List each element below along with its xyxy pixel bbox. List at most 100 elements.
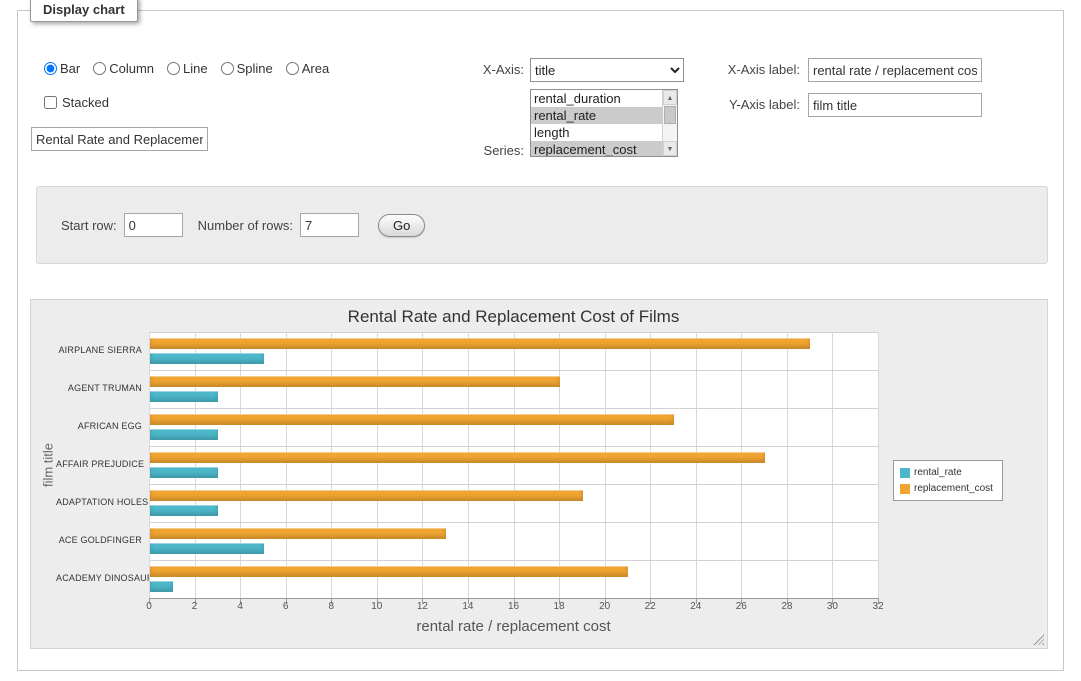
category-axis-labels: AIRPLANE SIERRAAGENT TRUMANAFRICAN EGGAF… [59, 332, 145, 598]
x-gridline [741, 332, 742, 598]
series-label: Series: [448, 143, 524, 158]
x-axis-tick-labels: 02468101214161820222426283032 [149, 601, 879, 615]
x-axis-select[interactable]: title [530, 58, 684, 82]
bar-replacement_cost[interactable] [150, 338, 810, 349]
x-tick-label: 4 [237, 601, 243, 612]
x-tick-label: 24 [690, 601, 701, 612]
x-gridline [468, 332, 469, 598]
x-tick-label: 8 [328, 601, 334, 612]
bar-rental_rate[interactable] [150, 543, 264, 554]
category-gridline [149, 522, 879, 523]
x-gridline [605, 332, 606, 598]
x-tick-label: 18 [554, 601, 565, 612]
x-tick-label: 16 [508, 601, 519, 612]
category-gridline [149, 484, 879, 485]
x-tick-label: 26 [736, 601, 747, 612]
x-gridline [286, 332, 287, 598]
legend-item-rental_rate[interactable]: rental_rate [900, 467, 993, 478]
chart-title-input[interactable] [31, 127, 208, 151]
series-option-length[interactable]: length [531, 124, 662, 141]
scroll-down-icon[interactable]: ▼ [663, 141, 677, 156]
series-items: rental_durationrental_ratelengthreplacem… [531, 90, 662, 156]
category-gridline [149, 332, 879, 333]
category-gridline [149, 370, 879, 371]
display-chart-panel: Display chart BarColumnLineSplineArea St… [17, 10, 1064, 671]
stacked-row[interactable]: Stacked [44, 95, 109, 110]
x-gridline [331, 332, 332, 598]
chart-title: Rental Rate and Replacement Cost of Film… [149, 307, 878, 327]
chart-type-radio-spline[interactable] [221, 62, 234, 75]
category-gridline [149, 560, 879, 561]
bar-replacement_cost[interactable] [150, 566, 628, 577]
bar-rental_rate[interactable] [150, 467, 218, 478]
chart-type-radio-bar[interactable] [44, 62, 57, 75]
category-gridline [149, 408, 879, 409]
x-gridline [878, 332, 879, 598]
x-axis-label-input[interactable] [808, 58, 982, 82]
x-tick-label: 32 [872, 601, 883, 612]
legend-item-replacement_cost[interactable]: replacement_cost [900, 483, 993, 494]
x-tick-label: 10 [371, 601, 382, 612]
x-gridline [514, 332, 515, 598]
chart-type-spline[interactable]: Spline [221, 61, 273, 76]
y-axis-label-field-label: Y-Axis label: [708, 97, 800, 112]
x-gridline [650, 332, 651, 598]
row-controls-panel: Start row: Number of rows: Go [36, 186, 1048, 264]
series-scrollbar[interactable]: ▲ ▼ [662, 90, 677, 156]
series-option-rental_rate[interactable]: rental_rate [531, 107, 662, 124]
category-label: ADAPTATION HOLES [56, 497, 142, 507]
x-tick-label: 20 [599, 601, 610, 612]
scroll-up-icon[interactable]: ▲ [663, 90, 677, 105]
series-option-rental_duration[interactable]: rental_duration [531, 90, 662, 107]
legend-swatch-rental_rate [900, 468, 910, 478]
plot-area [149, 332, 879, 599]
bar-rental_rate[interactable] [150, 429, 218, 440]
bar-replacement_cost[interactable] [150, 414, 674, 425]
chart-type-radio-line[interactable] [167, 62, 180, 75]
chart-type-bar[interactable]: Bar [44, 61, 80, 76]
chart-type-radio-column[interactable] [93, 62, 106, 75]
x-gridline [240, 332, 241, 598]
series-listbox[interactable]: rental_durationrental_ratelengthreplacem… [530, 89, 678, 157]
x-tick-label: 12 [417, 601, 428, 612]
bar-replacement_cost[interactable] [150, 376, 560, 387]
go-button[interactable]: Go [378, 214, 425, 237]
chart-type-area[interactable]: Area [286, 61, 329, 76]
x-gridline [696, 332, 697, 598]
x-gridline [559, 332, 560, 598]
scroll-thumb[interactable] [664, 106, 676, 124]
stacked-label: Stacked [62, 95, 109, 110]
x-gridline [787, 332, 788, 598]
scroll-track[interactable] [663, 105, 677, 141]
chart-type-radio-area[interactable] [286, 62, 299, 75]
x-axis-dropdown-label: X-Axis: [448, 62, 524, 77]
series-option-replacement_cost[interactable]: replacement_cost [531, 141, 662, 157]
stacked-checkbox[interactable] [44, 96, 57, 109]
bar-replacement_cost[interactable] [150, 528, 446, 539]
chart-container: Rental Rate and Replacement Cost of Film… [30, 299, 1048, 649]
bar-replacement_cost[interactable] [150, 490, 583, 501]
x-gridline [422, 332, 423, 598]
chart-type-column[interactable]: Column [93, 61, 154, 76]
x-tick-label: 22 [645, 601, 656, 612]
x-gridline [195, 332, 196, 598]
x-tick-label: 28 [781, 601, 792, 612]
x-gridline [832, 332, 833, 598]
bar-rental_rate[interactable] [150, 353, 264, 364]
bar-replacement_cost[interactable] [150, 452, 765, 463]
y-axis-label-input[interactable] [808, 93, 982, 117]
start-row-input[interactable] [124, 213, 183, 237]
bar-rental_rate[interactable] [150, 581, 173, 592]
x-gridline [377, 332, 378, 598]
chart-type-line[interactable]: Line [167, 61, 208, 76]
bar-rental_rate[interactable] [150, 391, 218, 402]
bar-rental_rate[interactable] [150, 505, 218, 516]
category-label: AGENT TRUMAN [56, 383, 142, 393]
num-rows-input[interactable] [300, 213, 359, 237]
x-tick-label: 14 [462, 601, 473, 612]
category-label: AFFAIR PREJUDICE [56, 459, 142, 469]
x-tick-label: 0 [146, 601, 152, 612]
resize-handle-icon[interactable] [1033, 634, 1044, 645]
x-tick-label: 30 [827, 601, 838, 612]
category-gridline [149, 446, 879, 447]
